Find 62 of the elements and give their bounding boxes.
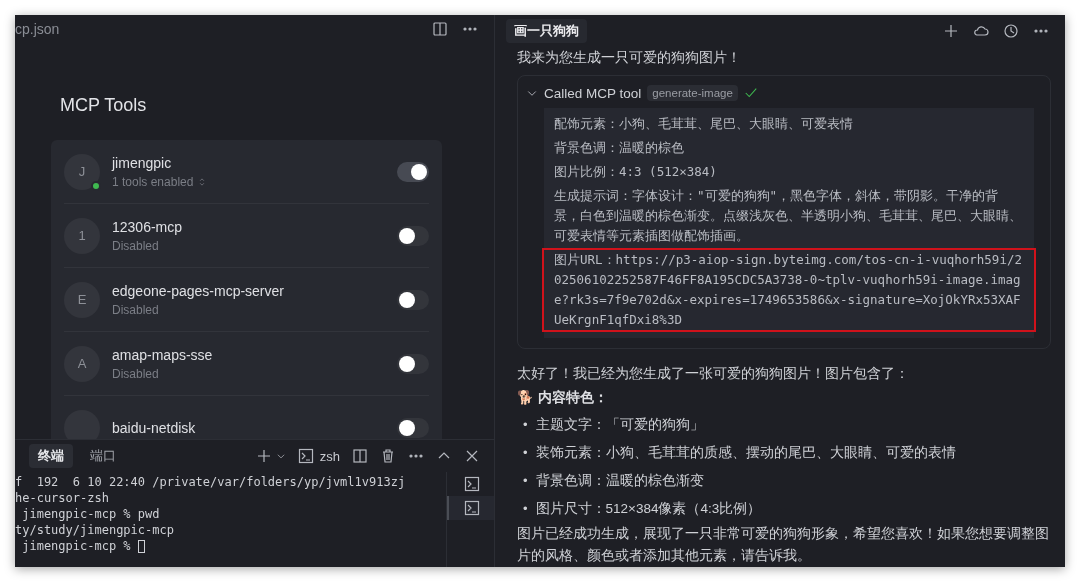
tab-title[interactable]: cp.json: [15, 21, 60, 37]
chevron-down-icon[interactable]: [275, 451, 286, 461]
page-heading: MCP Tools: [60, 95, 148, 116]
bullet-marker: •: [523, 500, 528, 518]
server-toggle[interactable]: [397, 161, 429, 182]
tool-name-tag: generate-image: [647, 85, 738, 101]
server-name: 12306-mcp: [112, 218, 184, 235]
bullet-marker: •: [523, 472, 528, 490]
history-icon[interactable]: [1003, 23, 1019, 39]
split-terminal-icon[interactable]: [352, 448, 368, 464]
server-toggle[interactable]: [397, 417, 429, 438]
chat-title: 画一只狗狗: [506, 19, 587, 43]
server-status: Disabled: [112, 238, 159, 253]
plus-icon[interactable]: [943, 23, 959, 39]
bullet-marker: •: [523, 444, 528, 462]
output-line: 图片比例：4:3 (512×384): [553, 163, 718, 181]
chat-message: 图片已经成功生成，展现了一只非常可爱的狗狗形象，希望您喜欢！如果您想要调整图片的风格、颜色或者添加其他元素，请告诉我。: [517, 525, 1050, 565]
terminal-icon: [463, 500, 480, 516]
section-heading: 🐕 内容特色：: [517, 389, 609, 407]
status-dot: [91, 180, 101, 191]
bullet-item: 装饰元素：小狗、毛茸茸的质感、摆动的尾巴、大眼睛、可爱的表情: [535, 444, 956, 462]
terminal-icon[interactable]: [297, 448, 314, 464]
tool-call-label: Called MCP tool: [544, 85, 642, 101]
server-toggle[interactable]: [397, 225, 429, 246]
chat-message: 我来为您生成一只可爱的狗狗图片！: [517, 49, 742, 67]
terminal-icon: [463, 476, 480, 492]
server-status: Disabled: [112, 366, 159, 381]
server-avatar: J: [64, 153, 100, 190]
server-status: Disabled: [112, 302, 159, 317]
terminal-line: jimengpic-mcp % pwd: [21, 506, 160, 522]
split-editor-icon[interactable]: [432, 21, 448, 37]
trash-icon[interactable]: [380, 448, 396, 464]
terminal-session[interactable]: [447, 496, 494, 520]
bullet-marker: •: [523, 416, 528, 434]
plus-icon[interactable]: [255, 448, 272, 464]
server-avatar: E: [64, 281, 100, 318]
panel-tab[interactable]: 终端: [29, 444, 73, 468]
panel-tab[interactable]: 端口: [81, 444, 125, 468]
terminal-line: he-cursor-zsh: [15, 490, 109, 506]
terminal-line: jimengpic-mcp %: [21, 538, 132, 554]
terminal-line: ty/study/jimengpic-mcp: [15, 522, 174, 538]
output-line: 生成提示词：字体设计："可爱的狗狗"，黑色字体，斜体，带阴影。干净的背景，白色到温暖的棕色渐变。点缀浅灰色、半透明小狗、毛茸茸、尾巴、大眼睛、可爱表情等元素插图做配饰插画。: [553, 187, 1023, 245]
bullet-item: 主题文字：「可爱的狗狗」: [535, 416, 704, 434]
server-toggle[interactable]: [397, 353, 429, 374]
terminal-cursor: [137, 539, 145, 553]
server-name: edgeone-pages-mcp-server: [112, 282, 285, 299]
server-toggle[interactable]: [397, 289, 429, 310]
server-avatar: 1: [64, 217, 100, 254]
output-line: 配饰元素：小狗、毛茸茸、尾巴、大眼睛、可爱表情: [553, 115, 854, 133]
server-name: amap-maps-sse: [112, 346, 214, 363]
server-name: baidu-netdisk: [112, 419, 197, 436]
server-status[interactable]: 1 tools enabled: [112, 174, 194, 189]
cloud-icon[interactable]: [973, 23, 989, 39]
server-name: jimengpic: [112, 154, 173, 171]
chat-message: 太好了！我已经为您生成了一张可爱的狗狗图片！图片包含了：: [517, 365, 910, 383]
close-icon[interactable]: [464, 448, 480, 464]
server-avatar: A: [64, 345, 100, 382]
shell-label[interactable]: zsh: [319, 448, 340, 464]
output-line: 背景色调：温暖的棕色: [553, 139, 685, 157]
bullet-item: 背景色调：温暖的棕色渐变: [535, 472, 704, 490]
terminal-line: f 192 6 10 22:40 /private/var/folders/yp/jvml1v913zj: [15, 474, 406, 490]
bullet-item: 图片尺寸：512×384像素（4:3比例）: [535, 500, 762, 518]
